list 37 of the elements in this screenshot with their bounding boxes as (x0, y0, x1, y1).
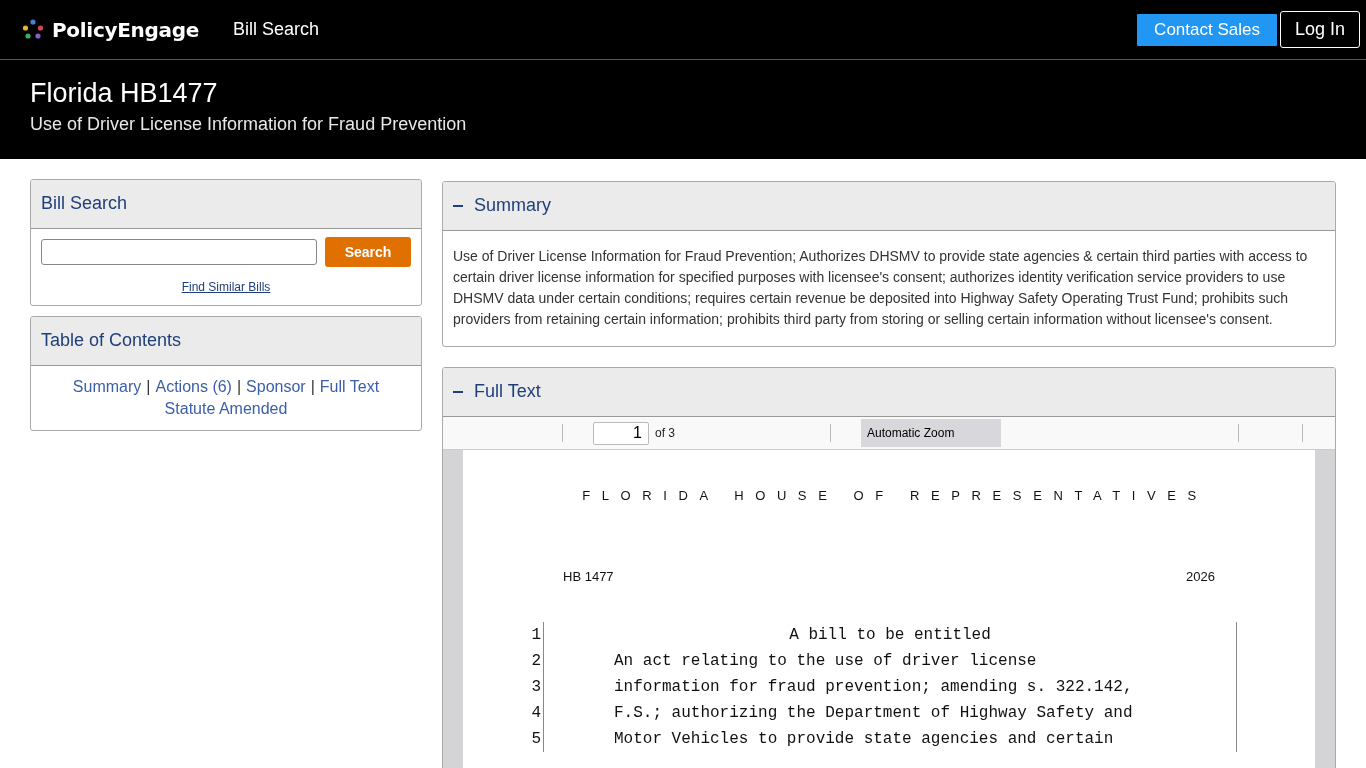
line-number: 5 (513, 726, 544, 752)
bill-text-line: Motor Vehicles to provide state agencies and certain (613, 730, 1114, 748)
line-number: 4 (513, 700, 544, 726)
bill-title: Florida HB1477 (30, 77, 219, 109)
search-field[interactable] (41, 239, 317, 265)
line-number: 1 (513, 622, 544, 648)
section-heading[interactable]: Full Text (474, 381, 541, 402)
toc-link[interactable]: Actions (6) (155, 378, 232, 396)
section-heading[interactable]: Summary (474, 195, 551, 216)
summary-text: Use of Driver License Information for Fraud Prevention; Authorizes DHSMV to provide state agencies & certain third parties with access to certain driver license information for specified purposes with licensee's consent; authorizes identity verification service providers to use DHSMV data under certain conditions; requires certain revenue be deposited into Highway Safety Operating Trust Fund; prohibits such providers from retaining certain information; prohibits third party from storing or selling certain information without licensee's consent. (452, 247, 1309, 329)
toc-link[interactable]: Sponsor (246, 378, 306, 396)
card-heading: Table of Contents (31, 317, 421, 366)
line-number: 2 (513, 648, 544, 674)
bill-text-line: A bill to be entitled (788, 626, 992, 644)
login-button[interactable]: Log In (1279, 11, 1360, 48)
bill-text-line: An act relating to the use of driver license (613, 652, 1037, 670)
bill-text-line: information for fraud prevention; amending s. 322.142, (613, 678, 1133, 696)
zoom-dropdown[interactable]: Automatic Zoom (861, 419, 1001, 447)
brand-logo-text[interactable]: PolicyEngage (52, 17, 199, 42)
bill-text-line: F.S.; authorizing the Department of Highway Safety and (613, 704, 1133, 722)
document-heading: FLORIDA HOUSE OF REPRESENTATIVES (581, 488, 1209, 503)
find-similar-link[interactable]: Find Similar Bills (181, 280, 271, 294)
page-number-field[interactable]: 1 (593, 421, 649, 445)
toc-link[interactable]: Full Text (319, 378, 380, 396)
separator: | (310, 378, 315, 396)
nav-link[interactable]: Bill Search (233, 19, 320, 40)
separator: | (146, 378, 151, 396)
bill-number: HB 1477 (563, 569, 614, 584)
toc-link[interactable]: Statute Amended (164, 400, 288, 418)
page-count: of 3 (655, 426, 675, 440)
logo-dots-icon (22, 18, 44, 41)
toc-link[interactable]: Summary (72, 378, 142, 396)
line-number: 3 (513, 674, 544, 700)
separator: | (236, 378, 242, 396)
bill-year: 2026 (1186, 569, 1215, 584)
card-heading: Bill Search (31, 180, 421, 229)
bill-subtitle: Use of Driver License Information for Fraud Prevention (30, 114, 468, 135)
